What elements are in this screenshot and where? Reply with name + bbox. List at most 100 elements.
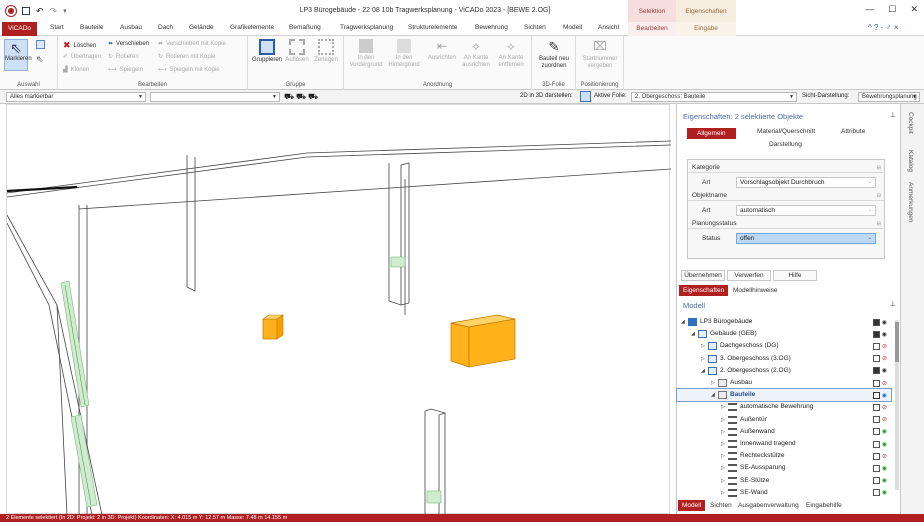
pin-icon[interactable]: ⊥ (890, 300, 896, 308)
tab-ansicht[interactable]: Ansicht (598, 24, 619, 31)
tab-bemassung[interactable]: Bemaßung (289, 24, 321, 31)
collapsed-icon[interactable]: ▷ (701, 343, 705, 349)
help-button[interactable]: Hilfe (773, 270, 817, 281)
3d-model-canvas[interactable] (7, 105, 671, 515)
visibility-checkbox[interactable] (872, 379, 880, 387)
edge-remove-button[interactable]: ⟡ An Kante entfernen (494, 39, 528, 69)
send-back-button[interactable]: In den Hintergrund (386, 39, 422, 69)
maximize-button[interactable]: ☐ (888, 4, 896, 15)
visibility-checkbox[interactable] (872, 452, 880, 460)
visibility-checkbox[interactable] (872, 355, 880, 363)
rotate-copy-button[interactable]: ↻ Rotieren mit Kopie (158, 53, 215, 61)
tab-sichten[interactable]: Sichten (524, 24, 546, 31)
eye-icon[interactable]: ◉ (882, 428, 887, 435)
pin-icon[interactable]: ⊥ (890, 111, 896, 119)
select-add-icon[interactable]: ⇖ (36, 54, 44, 65)
collapsed-icon[interactable]: ▷ (721, 453, 725, 459)
move-button[interactable]: ⬌ Verschieben (108, 40, 149, 48)
edge-align-button[interactable]: ⟡ An Kante ausrichten (460, 39, 492, 69)
transfer-button[interactable]: ✐ Übertragen (63, 53, 101, 61)
collapse-icon[interactable]: ⊟ (877, 221, 881, 227)
tab-modell-panel[interactable]: Modell (678, 500, 706, 511)
expanded-icon[interactable]: ◢ (711, 392, 715, 398)
secondary-dropdown[interactable]: ▼ (150, 92, 280, 102)
tab-attribute[interactable]: Attribute (841, 128, 865, 135)
side-tab-anmerkungen[interactable]: Anmerkungen (907, 182, 914, 222)
group-button[interactable]: Gruppieren (252, 39, 282, 64)
tab-tragwerksplanung[interactable]: Tragwerksplanung (340, 24, 393, 31)
collapsed-icon[interactable]: ▷ (721, 465, 725, 471)
ribbon-right-controls[interactable]: ^ ? - ♂ × (868, 23, 898, 32)
tab-sichten-panel[interactable]: Sichten (706, 500, 736, 511)
selection-filter-dropdown[interactable]: Alles markierbar ▼ (6, 92, 146, 102)
eye-off-icon[interactable]: ⊘ (882, 380, 887, 387)
collapsed-icon[interactable]: ▷ (721, 417, 725, 423)
expanded-icon[interactable]: ◢ (681, 319, 685, 325)
collapsed-icon[interactable]: ▷ (721, 404, 725, 410)
collapsed-icon[interactable]: ▷ (721, 441, 725, 447)
minimize-button[interactable]: — (865, 4, 874, 15)
select-button[interactable]: ⇖ Markieren (4, 39, 32, 71)
visibility-checkbox[interactable] (872, 318, 880, 326)
visibility-checkbox[interactable] (872, 403, 880, 411)
object-name-field[interactable]: automatisch ⌄ (736, 205, 876, 216)
visibility-checkbox[interactable] (872, 391, 880, 399)
tree-row[interactable]: ▷ 3. Obergeschoss (3.OG) ⊘ (677, 353, 891, 365)
move-copy-button[interactable]: ⬌ Verschieben mit Kopie (158, 40, 226, 48)
show-2d-in-3d-icon[interactable] (580, 91, 591, 102)
tree-row[interactable]: ▷ Außenwand ◉ (677, 426, 891, 438)
visibility-checkbox[interactable] (872, 428, 880, 436)
tab-eigenschaften[interactable]: Eigenschaften (679, 285, 729, 296)
eye-icon[interactable]: ◉ (882, 331, 887, 338)
collapsed-icon[interactable]: ▷ (721, 429, 725, 435)
eye-icon[interactable]: ◉ (882, 489, 887, 496)
dissolve-button[interactable]: Auflösen (284, 39, 310, 64)
tree-row[interactable]: ◢ LP3 Bürogebäude ◉ (677, 316, 891, 328)
visibility-checkbox[interactable] (872, 489, 880, 497)
undo-icon[interactable]: ↶ (36, 6, 44, 17)
visibility-checkbox[interactable] (872, 367, 880, 375)
visibility-checkbox[interactable] (872, 330, 880, 338)
tab-strukturelemente[interactable]: Strukturelemente (408, 24, 458, 31)
redo-icon[interactable]: ↷ (50, 6, 58, 17)
tab-dach[interactable]: Dach (158, 24, 173, 31)
tab-grafikelemente[interactable]: Grafikelemente (230, 24, 274, 31)
tab-bewehrung[interactable]: Bewehrung (475, 24, 508, 31)
tab-modellhinweise[interactable]: Modellhinweise (729, 285, 781, 296)
selected-opening-large[interactable] (450, 314, 516, 368)
decompose-button[interactable]: Zerlegen (312, 39, 340, 64)
tab-ausgabenverwaltung[interactable]: Ausgabenverwaltung (734, 500, 803, 511)
mirror-button[interactable]: ⟷ Spiegeln (108, 66, 143, 74)
tab-app[interactable]: ViCADo (2, 22, 38, 36)
tree-row[interactable]: ◢ Bauteile ◉ (676, 388, 892, 403)
tab-bearbeiten[interactable]: Bearbeiten (628, 22, 676, 36)
eye-icon[interactable]: ◉ (882, 392, 887, 399)
mirror-copy-button[interactable]: ⟷ Spiegeln mit Kopie (158, 66, 220, 74)
view-dropdown[interactable]: Bewehrungsplanung ▼ (858, 92, 920, 102)
eye-off-icon[interactable]: ⊘ (882, 453, 887, 460)
select-mode-icon[interactable] (36, 40, 45, 49)
customize-icon[interactable]: ▾ (63, 7, 67, 15)
visibility-checkbox[interactable] (872, 342, 880, 350)
tree-row[interactable]: ▷ Dachgeschoss (DG) ⊘ (677, 340, 891, 352)
eye-off-icon[interactable]: ⊘ (882, 404, 887, 411)
status-field[interactable]: offen ⌄ (736, 233, 876, 244)
category-field[interactable]: Vorschlagsobjekt Durchbruch ⌄ (736, 177, 876, 188)
eye-off-icon[interactable]: ⊘ (882, 416, 887, 423)
discard-button[interactable]: Verwerfen (727, 270, 771, 281)
tab-allgemein[interactable]: Allgemein (687, 128, 736, 139)
tree-row[interactable]: ▷ Ausbau ⊘ (677, 377, 891, 389)
eye-icon[interactable]: ◉ (882, 367, 887, 374)
tab-material[interactable]: Material/Querschnitt (757, 128, 815, 135)
tab-modell[interactable]: Modell (563, 24, 582, 31)
eye-icon[interactable]: ◉ (882, 319, 887, 326)
collapsed-icon[interactable]: ▷ (711, 380, 715, 386)
tree-row[interactable]: ▷ SE-Wand ◉ (677, 487, 891, 499)
collapsed-icon[interactable]: ▷ (721, 478, 725, 484)
collapsed-icon[interactable]: ▷ (701, 356, 705, 362)
tree-row[interactable]: ▷ SE-Stütze ◉ (677, 475, 891, 487)
delete-button[interactable]: ✖ Löschen (63, 40, 96, 51)
binoculars-icon[interactable]: ⛟ (284, 92, 294, 102)
active-folie-dropdown[interactable]: 2. Obergeschoss: Bauteile ▼ (631, 92, 797, 102)
start-number-button[interactable]: ⌧ Startnummer vergeben (578, 39, 622, 70)
